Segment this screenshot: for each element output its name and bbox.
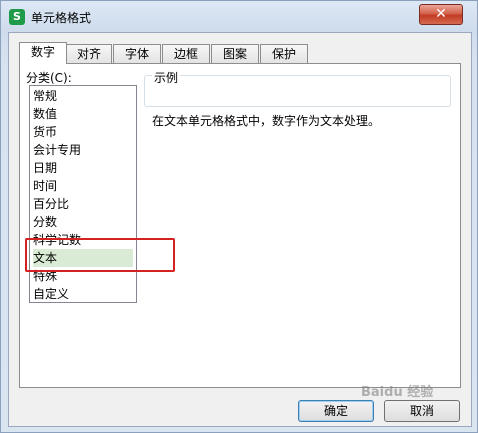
category-label: 分类(C): xyxy=(26,71,72,85)
ok-button[interactable]: 确定 xyxy=(298,400,374,422)
list-item[interactable]: 数值 xyxy=(33,105,133,123)
tab-panel-number: 分类(C): 常规 数值 货币 会计专用 日期 时间 百分比 分数 科学记数 文… xyxy=(19,63,461,388)
list-item[interactable]: 时间 xyxy=(33,177,133,195)
list-item[interactable]: 常规 xyxy=(33,87,133,105)
tab-font[interactable]: 字体 xyxy=(113,44,161,63)
format-description: 在文本单元格格式中，数字作为文本处理。 xyxy=(152,114,381,128)
sample-label: 示例 xyxy=(152,69,181,86)
tab-alignment[interactable]: 对齐 xyxy=(66,44,112,63)
watermark-text: Baidu 经验 xyxy=(361,385,434,400)
list-item[interactable]: 百分比 xyxy=(33,195,133,213)
tab-border[interactable]: 边框 xyxy=(162,44,210,63)
dialog-body: 数字 对齐 字体 边框 图案 保护 分类(C): 常规 数值 货币 会计专用 日… xyxy=(8,32,472,427)
dialog-window: S 单元格格式 ✕ 数字 对齐 字体 边框 图案 保护 分类(C): 常规 数值… xyxy=(0,0,478,433)
close-button[interactable]: ✕ xyxy=(419,4,463,25)
list-item[interactable]: 会计专用 xyxy=(33,141,133,159)
list-item[interactable]: 分数 xyxy=(33,213,133,231)
dialog-title: 单元格格式 xyxy=(31,11,92,25)
sample-preview-box xyxy=(144,75,451,107)
list-item[interactable]: 货币 xyxy=(33,123,133,141)
list-item[interactable]: 日期 xyxy=(33,159,133,177)
tab-protection[interactable]: 保护 xyxy=(260,44,308,63)
app-logo-icon: S xyxy=(9,9,25,25)
title-bar[interactable]: S 单元格格式 ✕ xyxy=(1,1,477,33)
cancel-button[interactable]: 取消 xyxy=(384,400,460,422)
tab-number[interactable]: 数字 xyxy=(19,42,67,64)
tab-pattern[interactable]: 图案 xyxy=(211,44,259,63)
list-item[interactable]: 自定义 xyxy=(33,285,133,303)
annotation-highlight-box xyxy=(25,238,175,272)
